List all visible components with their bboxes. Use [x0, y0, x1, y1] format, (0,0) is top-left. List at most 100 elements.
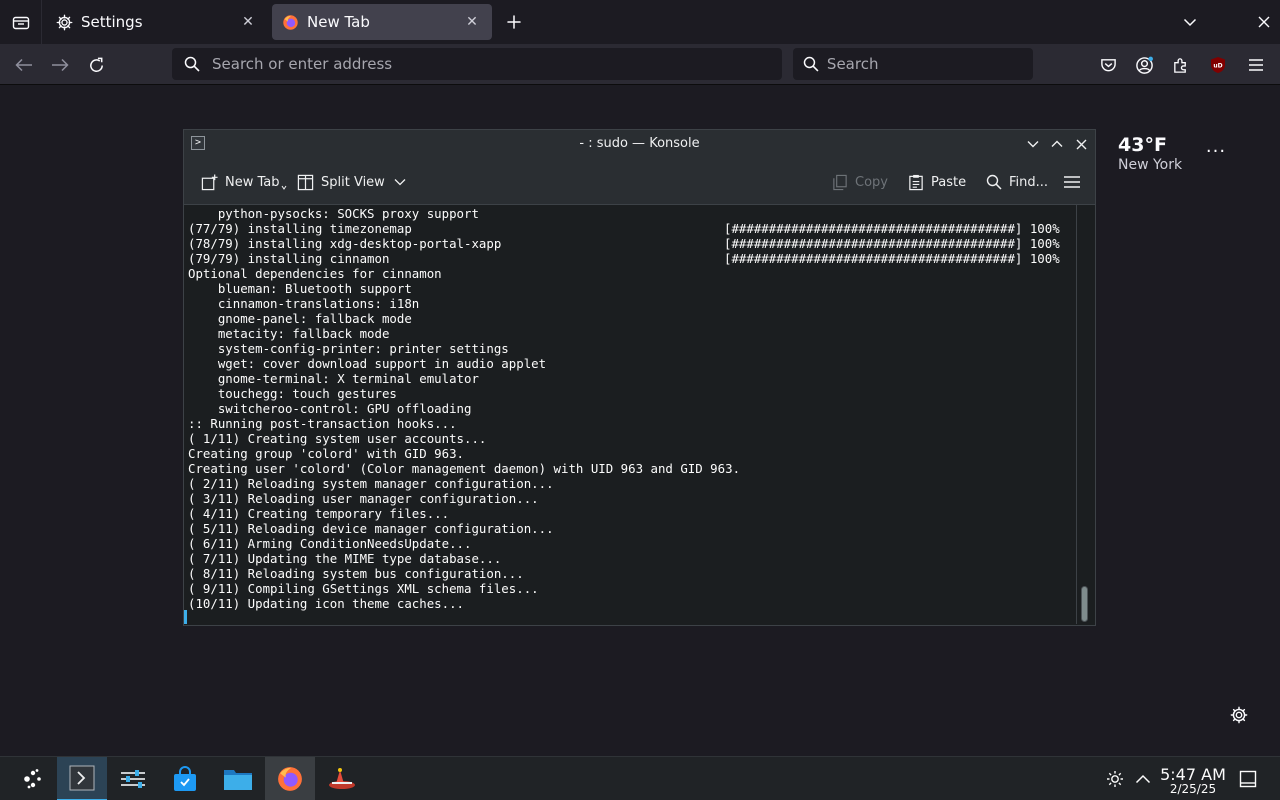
terminal-line-text: metacity: fallback mode — [188, 326, 390, 341]
app-icon — [329, 768, 355, 789]
tab-list-button[interactable] — [0, 0, 42, 44]
forward-button[interactable] — [47, 52, 73, 78]
browser-navbar: uD — [0, 44, 1280, 85]
terminal-icon — [69, 765, 95, 791]
tab-new-tab[interactable]: New Tab ✕ — [272, 4, 492, 40]
folder-icon — [224, 770, 252, 790]
new-tab-button[interactable] — [502, 10, 526, 34]
terminal-line-text: wget: cover download support in audio ap… — [188, 356, 547, 371]
terminal-line-text: ( 9/11) Compiling GSettings XML schema f… — [188, 581, 539, 596]
extensions-button[interactable] — [1167, 52, 1193, 78]
tab-settings[interactable]: Settings ✕ — [46, 4, 268, 40]
scrollbar-thumb[interactable] — [1081, 586, 1088, 622]
split-view-button[interactable]: Split View — [297, 170, 406, 194]
paste-icon — [909, 174, 923, 190]
gear-icon — [56, 14, 73, 30]
copy-button[interactable]: Copy — [832, 170, 888, 194]
hamburger-menu-icon — [1064, 176, 1080, 188]
tab-title: Settings — [81, 13, 143, 31]
terminal-line: blueman: Bluetooth support — [188, 281, 1078, 296]
clock-date[interactable]: 2/25/25 — [1160, 782, 1226, 796]
terminal-line-text: cinnamon-translations: i18n — [188, 296, 420, 311]
pocket-button[interactable] — [1095, 52, 1121, 78]
konsole-titlebar[interactable]: > - : sudo — Konsole — [184, 130, 1095, 158]
terminal-line: metacity: fallback mode — [188, 326, 1078, 341]
search-icon — [986, 174, 1002, 190]
chevron-down-icon — [1027, 141, 1039, 148]
account-button[interactable] — [1131, 52, 1157, 78]
terminal-line-text: ( 2/11) Reloading system manager configu… — [188, 476, 554, 491]
terminal-line-text: gnome-panel: fallback mode — [188, 311, 412, 326]
konsole-window-title: - : sudo — Konsole — [579, 136, 700, 151]
terminal-line: ( 3/11) Reloading user manager configura… — [188, 491, 1078, 506]
minimize-button[interactable] — [1024, 135, 1042, 153]
taskbar-firefox[interactable] — [265, 757, 315, 800]
firefox-icon — [278, 767, 302, 791]
terminal-line: ( 2/11) Reloading system manager configu… — [188, 476, 1078, 491]
paste-button[interactable]: Paste — [908, 170, 966, 194]
search-bar[interactable] — [793, 48, 1033, 80]
terminal-scrollbar[interactable] — [1076, 205, 1093, 624]
chevron-up-icon — [1135, 774, 1151, 784]
tray-expand-button[interactable] — [1132, 768, 1154, 790]
close-button[interactable] — [1072, 135, 1090, 153]
terminal-line: (78/79) installing xdg-desktop-portal-xa… — [188, 236, 1078, 251]
terminal-line: system-config-printer: printer settings — [188, 341, 1078, 356]
taskbar-system-settings[interactable] — [108, 757, 158, 800]
terminal-line: Optional dependencies for cinnamon — [188, 266, 1078, 281]
search-input[interactable] — [826, 55, 1033, 73]
terminal-line-text: ( 6/11) Arming ConditionNeedsUpdate... — [188, 536, 472, 551]
close-icon[interactable]: ✕ — [238, 12, 258, 32]
terminal-line-text: (78/79) installing xdg-desktop-portal-xa… — [188, 236, 502, 251]
search-icon — [184, 56, 200, 72]
konsole-window: > - : sudo — Konsole New Tab Split View … — [183, 129, 1096, 626]
browser-tabstrip: Settings ✕ New Tab ✕ — [0, 0, 1280, 44]
customize-newtab-button[interactable] — [1228, 704, 1250, 726]
show-desktop-button[interactable] — [1237, 768, 1259, 790]
terminal-line: ( 6/11) Arming ConditionNeedsUpdate... — [188, 536, 1078, 551]
maximize-button[interactable] — [1048, 135, 1066, 153]
window-close-button[interactable] — [1252, 10, 1276, 34]
split-view-label: Split View — [321, 174, 385, 190]
terminal-line-text: ( 1/11) Creating system user accounts... — [188, 431, 487, 446]
tab-list-icon — [12, 16, 29, 30]
brightness-tray-button[interactable] — [1104, 768, 1126, 790]
application-launcher[interactable] — [8, 757, 58, 800]
taskbar-app[interactable] — [317, 757, 367, 800]
back-button[interactable] — [11, 52, 37, 78]
app-menu-button[interactable] — [1243, 52, 1269, 78]
chevron-down-icon — [394, 179, 406, 186]
plus-icon — [507, 15, 521, 29]
konsole-menu-button[interactable] — [1063, 170, 1081, 194]
weather-widget[interactable]: 43°F New York — [1090, 134, 1200, 178]
list-all-tabs-button[interactable] — [1178, 10, 1202, 34]
terminal-line: wget: cover download support in audio ap… — [188, 356, 1078, 371]
terminal-output[interactable]: python-pysocks: SOCKS proxy support (77/7… — [184, 204, 1095, 625]
chevron-up-icon — [1051, 140, 1063, 147]
terminal-line: ( 7/11) Updating the MIME type database.… — [188, 551, 1078, 566]
taskbar-konsole[interactable] — [57, 757, 107, 800]
terminal-line-text: ( 4/11) Creating temporary files... — [188, 506, 450, 521]
terminal-line-text: touchegg: touch gestures — [188, 386, 397, 401]
find-button[interactable]: Find... — [986, 170, 1048, 194]
find-label: Find... — [1009, 174, 1049, 190]
taskbar-dolphin[interactable] — [213, 757, 263, 800]
new-tab-icon — [201, 173, 218, 190]
terminal-cursor — [184, 610, 187, 624]
close-icon[interactable]: ✕ — [462, 12, 482, 32]
address-bar[interactable] — [172, 48, 782, 80]
terminal-line-text: gnome-terminal: X terminal emulator — [188, 371, 479, 386]
terminal-line-text: ( 8/11) Reloading system bus configurati… — [188, 566, 524, 581]
reload-button[interactable] — [83, 52, 109, 78]
new-tab-button[interactable]: New Tab — [201, 170, 287, 194]
terminal-line-text: Creating group 'colord' with GID 963. — [188, 446, 465, 461]
terminal-line-text: (77/79) installing timezonemap — [188, 221, 412, 236]
ublock-origin-button[interactable]: uD — [1205, 52, 1231, 78]
terminal-line: cinnamon-translations: i18n — [188, 296, 1078, 311]
terminal-line-text: :: Running post-transaction hooks... — [188, 416, 457, 431]
tab-title: New Tab — [307, 13, 370, 31]
address-input[interactable] — [212, 55, 751, 73]
weather-more-button[interactable]: ... — [1205, 138, 1227, 162]
terminal-line: switcheroo-control: GPU offloading — [188, 401, 1078, 416]
taskbar-discover[interactable] — [160, 757, 210, 800]
